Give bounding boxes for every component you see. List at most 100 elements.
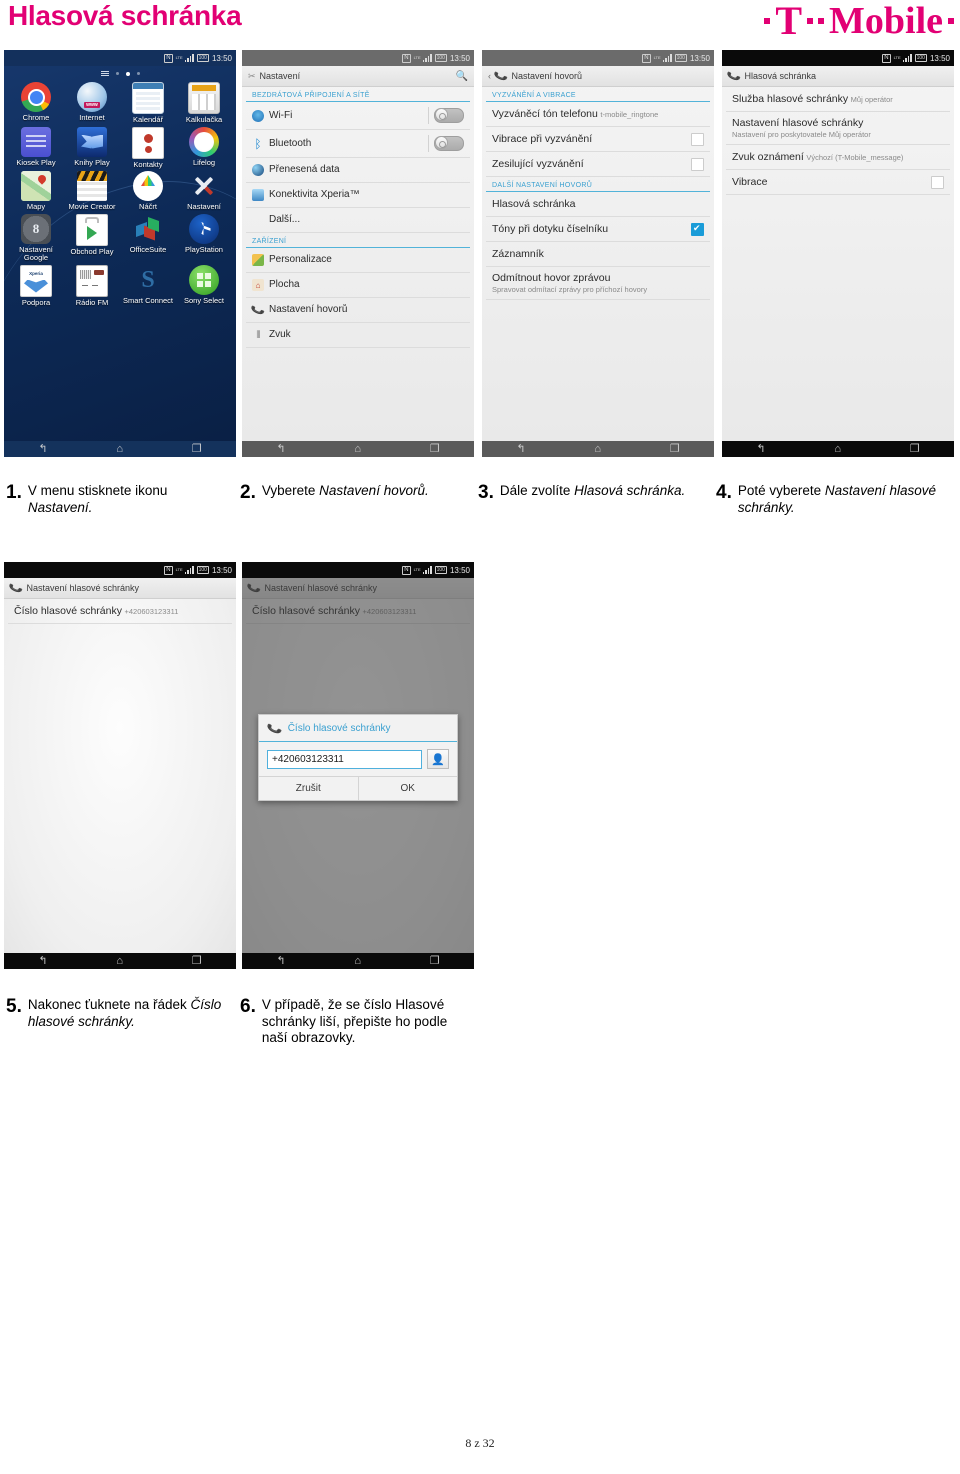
call-row-increasing-ring[interactable]: Zesilující vyzvánění [486,152,710,177]
app-item[interactable]: PlayStation [176,213,232,263]
voicemail-row-settings[interactable]: Nastavení hlasové schránky Nastavení pro… [726,112,950,145]
voicemail-row-notification-sound[interactable]: Zvuk oznámení Výchozí (T-Mobile_message) [726,145,950,170]
spacer-icon [252,214,264,226]
app-item[interactable]: Movie Creator [64,171,120,212]
dialpad-tones-checkbox[interactable] [691,222,704,236]
voicemail-settings-screen: 📞 Nastavení hlasové schránky Číslo hlaso… [4,578,236,953]
bluetooth-toggle[interactable] [434,136,464,151]
settings-row-personalization[interactable]: Personalizace [246,248,470,273]
settings-row-xperia[interactable]: Konektivita Xperia™ [246,183,470,208]
home-icon[interactable]: ⌂ [116,955,123,967]
screenshot-step-5: N LTE 100 13:50 📞 Nastavení hlasové schr… [4,562,236,969]
app-item[interactable]: Knihy Play [64,126,120,170]
section-header: DALŠÍ NASTAVENÍ HOVORŮ [486,177,710,192]
status-bar: N LTE 100 13:50 [242,562,474,578]
back-chevron-icon[interactable]: ‹ [488,71,491,81]
settings-row-more[interactable]: Další... [246,208,470,233]
app-item[interactable]: Podpora [8,264,64,308]
recents-icon[interactable]: ❐ [430,443,440,455]
battery-icon: 100 [196,566,209,574]
back-icon[interactable]: ↰ [516,443,525,455]
app-item[interactable]: Náčrt [120,171,176,212]
call-row-voicemail[interactable]: Hlasová schránka [486,192,710,217]
home-icon[interactable]: ⌂ [354,443,361,455]
settings-row-wifi[interactable]: Wi-Fi [246,102,470,130]
call-row-reject-with-message[interactable]: Odmítnout hovor zprávou Spravovat odmíta… [486,267,710,300]
home-icon[interactable]: ⌂ [834,443,841,455]
app-item[interactable]: OfficeSuite [120,214,176,263]
calculator-icon [188,82,220,114]
phone-icon: 📞 [266,721,284,737]
app-item-settings[interactable]: Nastavení [176,171,232,212]
increasing-ring-checkbox[interactable] [691,157,704,171]
back-icon[interactable]: ↰ [756,443,765,455]
recents-icon[interactable]: ❐ [192,443,202,455]
data-usage-icon [252,164,264,176]
app-label: Smart Connect [122,295,174,305]
home-icon[interactable]: ⌂ [594,443,601,455]
step-caption-5: 5. Nakonec ťuknete na řádek Číslo hlasov… [6,997,228,1030]
tmobile-logo: T Mobile [764,1,954,41]
page-dot[interactable] [136,72,140,75]
voicemail-row-service[interactable]: Služba hlasové schránky Můj operátor [726,87,950,112]
vibrate-checkbox[interactable] [931,175,944,189]
app-item[interactable]: Internet [64,82,120,125]
settings-row-data[interactable]: Přenesená data [246,158,470,183]
signal-icon [422,54,432,62]
page-dot[interactable] [115,72,119,75]
cancel-button[interactable]: Zrušit [259,777,358,800]
signal-icon [184,566,194,574]
home-icon[interactable]: ⌂ [354,955,361,967]
voicemail-row-vibrate[interactable]: Vibrace [726,170,950,195]
app-item[interactable]: Smart Connect [120,265,176,308]
page-dot-active[interactable] [125,71,130,76]
app-item[interactable]: Chrome [8,82,64,125]
row-subtitle: t-mobile_ringtone [600,110,659,119]
battery-icon: 100 [196,54,209,62]
app-item[interactable]: Lifelog [176,126,232,170]
call-row-answering-machine[interactable]: Záznamník [486,242,710,267]
contact-picker-icon[interactable]: 👤 [427,749,449,769]
recents-icon[interactable]: ❐ [192,955,202,967]
personalization-icon [252,254,264,266]
back-icon[interactable]: ↰ [276,955,285,967]
call-row-dialpad-tones[interactable]: Tóny při dotyku číselníku [486,217,710,242]
app-item[interactable]: Kalkulačka [176,82,232,125]
voicemail-number-row[interactable]: Číslo hlasové schránky +420603123311 [8,599,232,624]
recents-icon[interactable]: ❐ [670,443,680,455]
app-item[interactable]: Rádio FM [64,264,120,308]
ok-button[interactable]: OK [357,777,458,800]
dialog-actions: Zrušit OK [259,776,457,800]
recents-icon[interactable]: ❐ [430,955,440,967]
settings-row-call-settings[interactable]: 📞 Nastavení hovorů [246,298,470,323]
call-row-vibrate-on-ring[interactable]: Vibrace při vyzvánění [486,127,710,152]
app-item[interactable]: Mapy [8,171,64,212]
app-item[interactable]: Sony Select [176,264,232,308]
vibrate-checkbox[interactable] [691,132,704,146]
app-item[interactable]: Nastavení Google [8,213,64,263]
recents-icon[interactable]: ❐ [910,443,920,455]
back-icon[interactable]: ↰ [276,443,285,455]
back-icon[interactable]: ↰ [38,955,47,967]
bluetooth-icon: ᛒ [254,136,262,151]
settings-row-bluetooth[interactable]: ᛒ Bluetooth [246,130,470,158]
app-item[interactable]: Kiosek Play [8,126,64,170]
settings-row-homescreen[interactable]: ⌂ Plocha [246,273,470,298]
voicemail-number-input[interactable] [267,749,422,769]
app-item[interactable]: Obchod Play [64,213,120,263]
app-item[interactable]: Kontakty [120,126,176,170]
search-icon[interactable]: 🔍 [456,71,468,82]
drawer-list-icon[interactable] [100,71,109,76]
settings-row-sound[interactable]: ⦀ Zvuk [246,323,470,348]
lte-label: LTE [175,55,183,60]
wifi-toggle[interactable] [434,108,464,123]
row-label: Záznamník [492,248,544,260]
app-item[interactable]: Kalendář [120,82,176,125]
sony-select-icon [189,264,219,295]
home-icon[interactable]: ⌂ [116,443,123,455]
screenshot-step-4: N LTE 100 13:50 📞 Hlasová schránka Služb… [722,50,954,457]
section-header: VYZVÁNĚNÍ A VIBRACE [486,87,710,102]
back-icon[interactable]: ↰ [38,443,47,455]
call-row-ringtone[interactable]: Vyzváněcí tón telefonu t-mobile_ringtone [486,102,710,127]
navigation-bar: ↰ ⌂ ❐ [242,441,474,457]
